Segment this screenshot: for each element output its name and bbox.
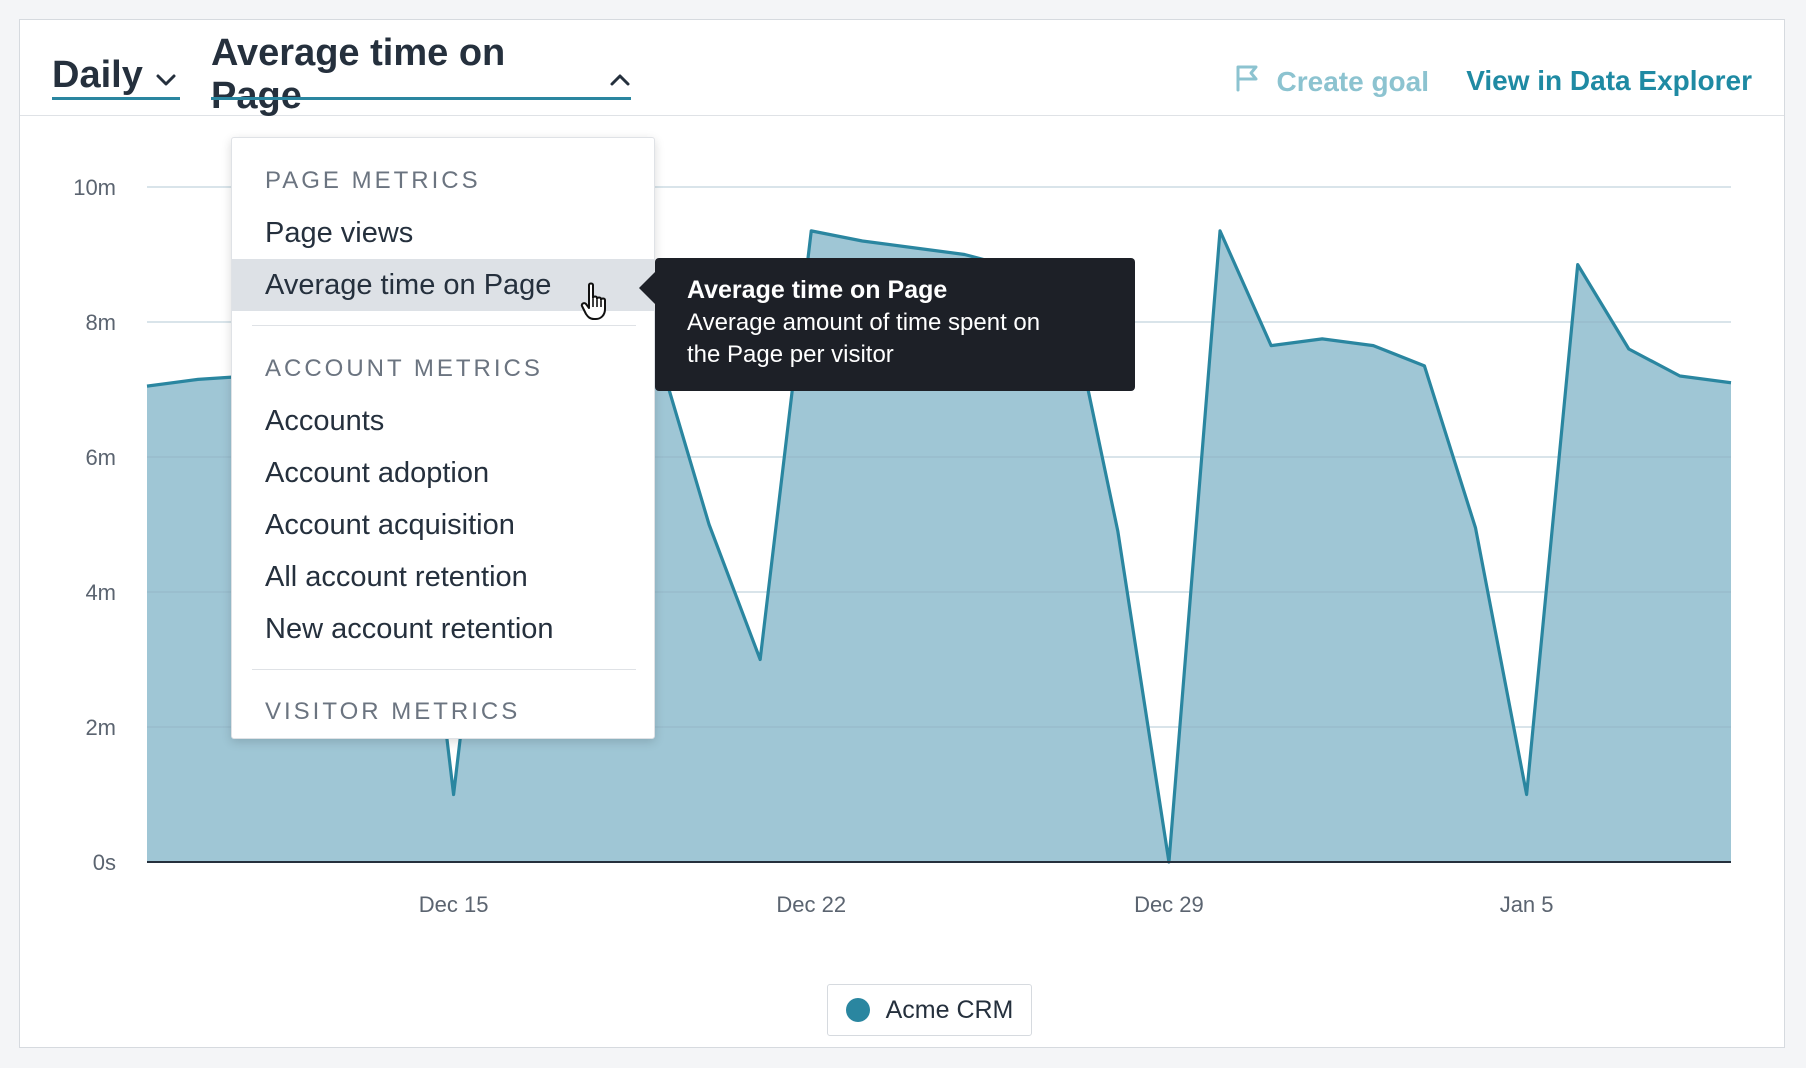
tooltip-description-line-1: Average amount of time spent on — [687, 309, 1041, 336]
menu-item-account-adoption[interactable]: Account adoption — [232, 447, 654, 499]
menu-group-title-account-metrics: ACCOUNT METRICS — [265, 355, 543, 382]
menu-group-title-visitor-metrics: VISITOR METRICS — [265, 698, 521, 725]
x-tick-label: Jan 5 — [1500, 892, 1554, 917]
menu-divider — [252, 325, 636, 326]
legend-label: Acme CRM — [885, 995, 1014, 1024]
menu-divider — [252, 669, 636, 670]
legend-swatch — [845, 998, 870, 1022]
menu-item-page-views[interactable]: Page views — [232, 207, 654, 259]
menu-item-account-acquisition[interactable]: Account acquisition — [232, 499, 654, 551]
y-tick-label: 4m — [85, 580, 116, 605]
x-tick-label: Dec 15 — [419, 892, 489, 917]
y-tick-label: 10m — [73, 175, 116, 200]
tooltip-title: Average time on Page — [687, 276, 948, 304]
menu-item-accounts[interactable]: Accounts — [232, 395, 654, 447]
y-tick-label: 2m — [85, 715, 116, 740]
menu-item-new-account-retention[interactable]: New account retention — [232, 603, 654, 655]
y-tick-label: 8m — [85, 310, 116, 335]
chart-card: Daily Average time on Page Create goal V… — [19, 19, 1785, 1048]
x-tick-label: Dec 22 — [776, 892, 846, 917]
metric-tooltip: Average time on Page Average amount of t… — [639, 258, 1135, 391]
menu-item-all-account-retention[interactable]: All account retention — [232, 551, 654, 603]
menu-group-title-page-metrics: PAGE METRICS — [265, 167, 481, 194]
tooltip-description-line-2: the Page per visitor — [687, 341, 894, 368]
legend-item[interactable]: Acme CRM — [827, 984, 1032, 1036]
x-tick-label: Dec 29 — [1134, 892, 1204, 917]
y-tick-label: 0s — [93, 850, 116, 875]
y-tick-label: 6m — [85, 445, 116, 470]
hand-pointer-icon — [580, 282, 614, 327]
metric-dropdown-menu: PAGE METRICS Page views Average time on … — [231, 137, 655, 739]
